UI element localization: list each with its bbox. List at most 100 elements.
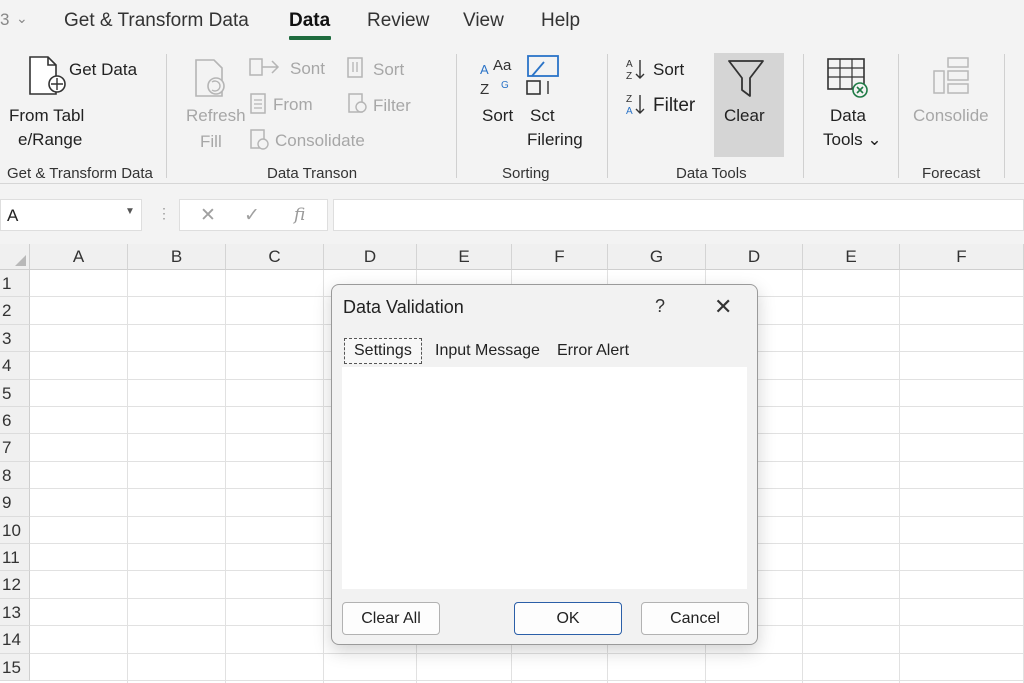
- help-icon[interactable]: ?: [655, 296, 665, 317]
- refresh-icon[interactable]: [190, 56, 234, 100]
- row-header[interactable]: 2: [0, 297, 30, 325]
- insert-function-icon[interactable]: fi: [294, 205, 305, 225]
- group-label-forecast: Forecast: [922, 165, 981, 182]
- select-all-corner[interactable]: [0, 244, 30, 270]
- sort-az-small-icon: A Z: [626, 59, 645, 81]
- row-header[interactable]: 14: [0, 626, 30, 654]
- data-tools-sort-button[interactable]: Sort: [653, 60, 684, 80]
- get-data-icon[interactable]: [26, 54, 70, 100]
- row-header[interactable]: 11: [0, 544, 30, 572]
- cancel-entry-icon[interactable]: ✕: [200, 204, 216, 227]
- group-separator: [803, 54, 804, 178]
- row-header[interactable]: 7: [0, 434, 30, 462]
- svg-text:A: A: [626, 106, 633, 116]
- row-header[interactable]: 8: [0, 461, 30, 490]
- gridline-vertical: [323, 270, 324, 683]
- gridline-vertical: [127, 270, 128, 683]
- filter-dim-button[interactable]: Filter: [373, 96, 411, 116]
- row-header[interactable]: 15: [0, 653, 30, 681]
- sort-filter-icon[interactable]: [522, 54, 562, 98]
- select-all-triangle-icon: [15, 255, 26, 266]
- data-tools-filter-button[interactable]: Filter: [653, 95, 695, 117]
- sort-za-small-icon: Z A: [626, 94, 645, 116]
- row-header[interactable]: 3: [0, 324, 30, 353]
- from-table-button-line2[interactable]: e/Range: [18, 130, 82, 150]
- ok-button[interactable]: OK: [514, 602, 622, 635]
- sont-button[interactable]: Sont: [290, 59, 325, 79]
- settings-panel: [342, 367, 747, 589]
- consolidate-icon: [250, 129, 269, 150]
- fill-button[interactable]: Fill: [200, 132, 222, 152]
- row-header[interactable]: 5: [0, 379, 30, 407]
- data-tools-button-line1[interactable]: Data: [830, 106, 866, 126]
- get-data-button[interactable]: Get Data: [69, 60, 137, 80]
- column-header[interactable]: F: [900, 244, 1024, 270]
- tab-help[interactable]: Help: [541, 10, 580, 32]
- data-tools-icon[interactable]: [826, 56, 870, 100]
- group-separator: [898, 54, 899, 178]
- data-tools-button-line2[interactable]: Tools ⌄: [823, 130, 882, 150]
- sort-az-icon[interactable]: A Aa Z G: [478, 56, 518, 98]
- consolide-icon[interactable]: [932, 56, 972, 100]
- confirm-entry-icon[interactable]: ✓: [244, 204, 260, 227]
- gridline-vertical: [802, 270, 803, 683]
- tab-get-transform-data[interactable]: Get & Transform Data: [64, 10, 249, 32]
- from-icon: [250, 93, 266, 114]
- svg-text:A: A: [480, 62, 489, 77]
- clear-all-button[interactable]: Clear All: [342, 602, 440, 635]
- column-header[interactable]: E: [417, 244, 512, 270]
- sort-dim-button[interactable]: Sort: [373, 60, 404, 80]
- row-header[interactable]: 10: [0, 516, 30, 544]
- row-header[interactable]: 6: [0, 407, 30, 435]
- group-label-get-transform: Get & Transform Data: [7, 165, 153, 182]
- from-button[interactable]: From: [273, 95, 313, 115]
- filter-dim-icon: [348, 93, 367, 113]
- tab-settings[interactable]: Settings: [344, 338, 422, 364]
- refresh-button[interactable]: Refresh: [186, 106, 246, 126]
- column-header[interactable]: B: [128, 244, 226, 270]
- ribbon-tab-bar: 3 ⌄ Get & Transform Data Data Review Vie…: [0, 0, 1024, 44]
- svg-text:G: G: [501, 80, 509, 91]
- column-header[interactable]: D: [706, 244, 803, 270]
- column-header[interactable]: G: [608, 244, 706, 270]
- svg-text:Z: Z: [626, 94, 632, 105]
- name-box[interactable]: A ▼: [0, 199, 142, 231]
- row-header[interactable]: 4: [0, 352, 30, 380]
- consolidate-button[interactable]: Consolidate: [275, 131, 365, 151]
- sort-filter-button-line1[interactable]: Sct: [530, 106, 555, 126]
- sort-az-icon-text: Aa: [493, 57, 512, 74]
- ribbon: Get Data From Tabl e/Range Get & Transfo…: [0, 44, 1024, 184]
- group-label-sorting: Sorting: [502, 165, 550, 182]
- name-box-dropdown-icon[interactable]: ▼: [125, 206, 135, 217]
- sort-filter-button-line2[interactable]: Filering: [527, 130, 583, 150]
- quick-access-chevron-icon[interactable]: ⌄: [16, 10, 28, 27]
- tab-data[interactable]: Data: [289, 10, 330, 32]
- column-header[interactable]: A: [30, 244, 128, 270]
- row-header[interactable]: 9: [0, 489, 30, 517]
- name-box-value: A: [7, 206, 19, 225]
- cancel-button[interactable]: Cancel: [641, 602, 749, 635]
- clear-button-label: Clear: [724, 106, 765, 125]
- group-label-data-transform: Data Transon: [267, 165, 358, 182]
- close-icon[interactable]: ✕: [714, 294, 732, 320]
- column-header[interactable]: D: [324, 244, 417, 270]
- gridline-horizontal: [30, 680, 1024, 681]
- row-header[interactable]: 12: [0, 571, 30, 599]
- formula-input[interactable]: [333, 199, 1024, 231]
- column-header[interactable]: F: [512, 244, 608, 270]
- from-table-button-line1[interactable]: From Tabl: [9, 106, 84, 126]
- consolide-button[interactable]: Consolide: [913, 106, 989, 126]
- tab-view[interactable]: View: [463, 10, 504, 32]
- column-header[interactable]: C: [226, 244, 324, 270]
- row-header[interactable]: 13: [0, 598, 30, 627]
- row-header[interactable]: 1: [0, 270, 30, 298]
- tab-review[interactable]: Review: [367, 10, 429, 32]
- sort-button[interactable]: Sort: [482, 106, 513, 126]
- tab-error-alert[interactable]: Error Alert: [557, 342, 629, 360]
- gridline-vertical: [899, 270, 900, 683]
- column-header[interactable]: E: [803, 244, 900, 270]
- tab-input-message[interactable]: Input Message: [435, 342, 540, 360]
- quick-access-number: 3: [0, 10, 10, 29]
- formula-bar-grip-icon[interactable]: ⋮: [157, 205, 171, 222]
- group-separator: [607, 54, 608, 178]
